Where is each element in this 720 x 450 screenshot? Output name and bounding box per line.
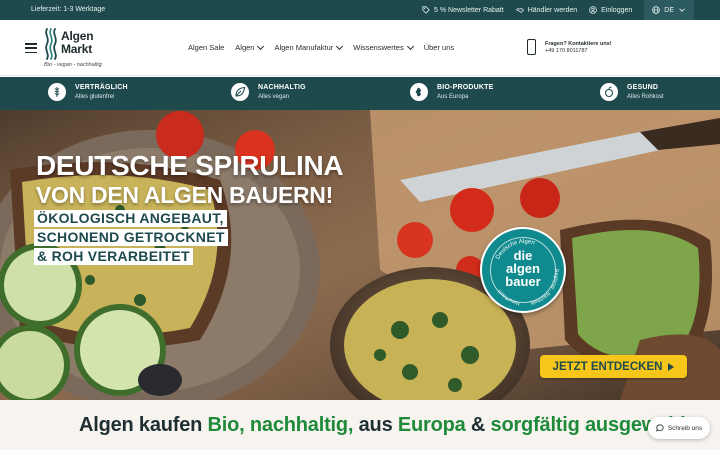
nav-item-wissenswertes[interactable]: Wissenswertes xyxy=(353,42,414,52)
usp-title: NACHHALTIG xyxy=(258,84,306,91)
usp-title: BIO-PRODUKTE xyxy=(437,84,494,91)
discover-button[interactable]: JETZT ENTDECKEN xyxy=(540,355,687,378)
logo-text-line2: Markt xyxy=(61,42,93,56)
chat-bubble-icon xyxy=(655,424,664,432)
discover-button-label: JETZT ENTDECKEN xyxy=(552,360,663,373)
intro-section: Algen kaufen Bio, nachhaltig, aus Europa… xyxy=(0,400,720,450)
newsletter-label: 5 % Newsletter Rabatt xyxy=(434,6,504,14)
nav-label: Algen Sale xyxy=(188,43,225,52)
usp-subtitle: Alles Rohkost xyxy=(627,94,664,100)
login-link[interactable]: Einloggen xyxy=(589,6,632,14)
usp-item: NACHHALTIG Alles vegan xyxy=(231,83,306,101)
rawfood-icon xyxy=(600,83,618,101)
leaf-icon xyxy=(231,83,249,101)
logo-text-line1: Algen xyxy=(61,29,94,43)
usp-bar: VERTRÄGLICH Alles glutenfrei NACHHALTIG Al… xyxy=(0,77,720,110)
hero-subtitle-line2: SCHONEND GETROCKNET xyxy=(34,229,228,246)
usp-subtitle: Alles vegan xyxy=(258,94,290,100)
phone-icon xyxy=(527,39,536,55)
top-bar: Lieferzeit: 1-3 Werktage 5 % Newsletter … xyxy=(0,0,720,20)
algae-logo-icon xyxy=(45,28,57,60)
chevron-down-icon xyxy=(336,42,344,50)
usp-title: VERTRÄGLICH xyxy=(75,84,128,91)
handshake-icon xyxy=(515,7,524,13)
nav-item-algen-sale[interactable]: Algen Sale xyxy=(188,43,224,52)
headline-part: & xyxy=(470,414,486,436)
logo-tagline: Bio - vegan - nachhaltig xyxy=(44,62,102,68)
newsletter-link[interactable]: 5 % Newsletter Rabatt xyxy=(422,6,504,14)
play-arrow-icon xyxy=(668,362,675,371)
usp-item: BIO-PRODUKTE Aus Europa xyxy=(410,83,493,101)
nav-label: Algen xyxy=(235,43,255,52)
hero-title-line2: VON DEN ALGEN BAUERN! xyxy=(36,182,333,208)
login-label: Einloggen xyxy=(601,6,633,14)
hero-banner[interactable]: DEUTSCHE SPIRULINA VON DEN ALGEN BAUERN!… xyxy=(0,110,720,400)
headline-part: Europa xyxy=(397,414,466,436)
badge-word-3: bauer xyxy=(505,274,541,289)
nav-item-algen[interactable]: Algen xyxy=(235,42,265,52)
hero-subtitle-line1: ÖKOLOGISCH ANGEBAUT, xyxy=(34,210,227,227)
delivery-time: Lieferzeit: 1-3 Werktage xyxy=(31,6,106,13)
main-header: Algen Markt Bio - vegan - nachhaltig Alg… xyxy=(0,20,720,76)
menu-icon[interactable] xyxy=(25,43,37,53)
contact-info[interactable]: Fragen? Kontaktiere uns! +49 170 8011787 xyxy=(545,41,612,55)
algen-bauer-badge: Deutsche Algen Regional · Nachhaltig Nat… xyxy=(480,227,566,313)
nav-label: Über uns xyxy=(423,43,455,52)
chat-widget-button[interactable]: Schreib uns xyxy=(648,417,710,439)
user-icon xyxy=(589,6,597,14)
language-label: DE xyxy=(664,6,674,14)
nav-item-ueber-uns[interactable]: Über uns xyxy=(424,43,454,52)
intro-headline: Algen kaufen Bio, nachhaltig, aus Europa… xyxy=(79,414,692,437)
usp-item: GESUND Alles Rohkost xyxy=(600,83,664,101)
site-logo[interactable]: Algen Markt Bio - vegan - nachhaltig xyxy=(44,28,124,68)
chevron-down-icon xyxy=(257,42,265,50)
usp-subtitle: Aus Europa xyxy=(437,94,469,100)
chevron-down-icon xyxy=(406,42,414,50)
europe-icon xyxy=(410,83,428,101)
headline-part: Algen kaufen xyxy=(79,414,203,436)
nav-label: Wissenswertes xyxy=(353,43,404,52)
usp-item: VERTRÄGLICH Alles glutenfrei xyxy=(48,83,128,101)
language-selector[interactable]: DE xyxy=(644,0,694,20)
contact-phone: +49 170 8011787 xyxy=(545,48,588,54)
tag-icon xyxy=(422,6,430,14)
usp-title: GESUND xyxy=(627,84,659,91)
nav-item-algen-manufaktur[interactable]: Algen Manufaktur xyxy=(274,42,344,52)
usp-subtitle: Alles glutenfrei xyxy=(75,94,115,100)
headline-part: nachhaltig, xyxy=(249,414,354,436)
contact-question: Fragen? Kontaktiere uns! xyxy=(545,41,612,47)
chevron-down-icon xyxy=(679,8,685,12)
dealer-label: Händler werden xyxy=(527,6,578,14)
top-bar-links: 5 % Newsletter Rabatt Händler werden Ein… xyxy=(422,0,694,20)
nav-label: Algen Manufaktur xyxy=(274,43,334,52)
chat-widget-label: Schreib uns xyxy=(667,424,703,432)
globe-icon xyxy=(652,6,661,14)
dealer-link[interactable]: Händler werden xyxy=(515,6,578,14)
headline-part: aus xyxy=(358,414,393,436)
headline-part: Bio, xyxy=(207,414,245,436)
hero-title-line1: DEUTSCHE SPIRULINA xyxy=(36,150,344,181)
main-nav: Algen Sale Algen Algen Manufaktur Wissen… xyxy=(188,42,454,52)
hero-subtitle-line3: & ROH VERARBEITET xyxy=(34,248,193,265)
wheat-icon xyxy=(48,83,66,101)
